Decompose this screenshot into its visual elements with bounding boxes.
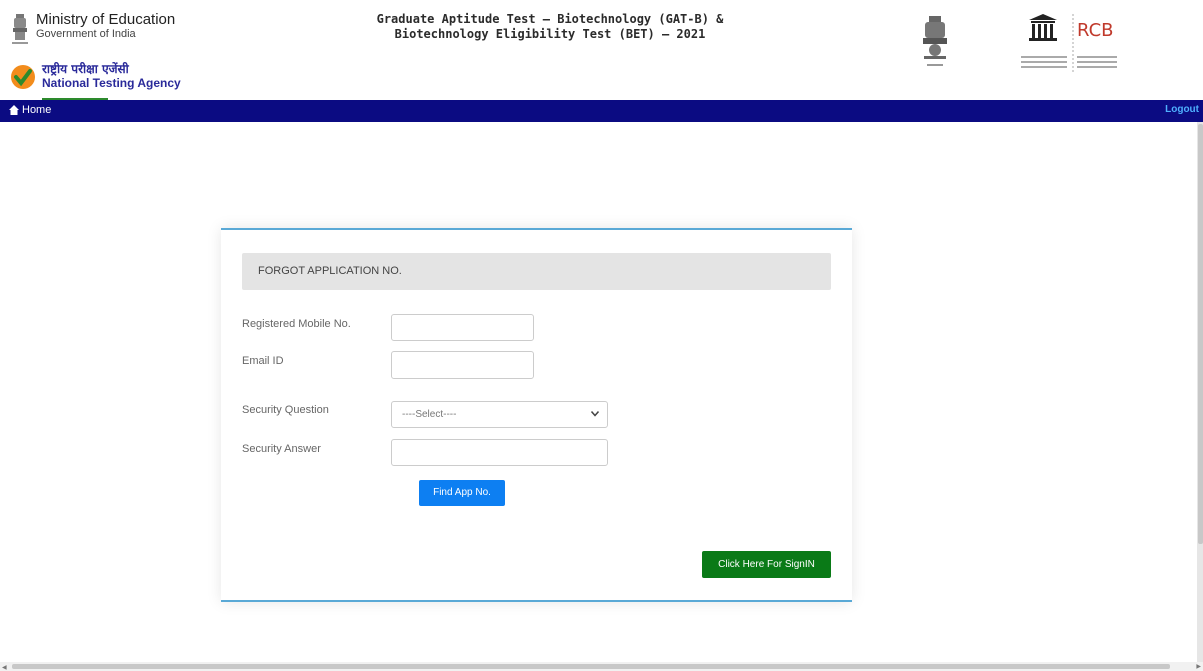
scroll-left-icon[interactable]: ◀	[2, 664, 7, 671]
home-icon	[9, 105, 19, 115]
mobile-label: Registered Mobile No.	[242, 318, 351, 330]
mobile-input[interactable]	[391, 314, 534, 341]
security-question-label: Security Question	[242, 404, 329, 416]
security-answer-label: Security Answer	[242, 443, 321, 455]
email-input[interactable]	[391, 351, 534, 379]
page-header: Ministry of Education Government of Indi…	[0, 0, 1203, 103]
emblem-icon	[923, 16, 947, 66]
horizontal-scroll-thumb[interactable]	[12, 664, 1170, 669]
page-title: Graduate Aptitude Test – Biotechnology (…	[330, 12, 770, 42]
ministry-subtitle: Government of India	[36, 28, 136, 40]
card-heading: FORGOT APPLICATION NO.	[258, 265, 402, 277]
security-answer-input[interactable]	[391, 439, 608, 466]
card-heading-bar: FORGOT APPLICATION NO.	[242, 253, 831, 290]
nta-english-name: National Testing Agency	[42, 76, 181, 90]
signin-button[interactable]: Click Here For SignIN	[702, 551, 831, 578]
ministry-logo-block: Ministry of Education Government of Indi…	[10, 12, 175, 48]
find-app-no-button[interactable]: Find App No.	[419, 480, 505, 506]
top-nav-bar: Home Logout	[0, 100, 1203, 122]
vertical-scroll-thumb[interactable]	[1198, 124, 1203, 544]
logout-link[interactable]: Logout	[1165, 104, 1199, 115]
chevron-down-icon	[591, 411, 599, 417]
unesco-icon: RCB	[1021, 14, 1117, 74]
nta-check-icon	[11, 65, 35, 89]
security-question-select[interactable]: ----Select----	[391, 401, 608, 428]
horizontal-scrollbar[interactable]: ◀ ▶	[0, 662, 1203, 671]
emblem-icon	[12, 14, 28, 44]
scroll-right-icon[interactable]: ▶	[1196, 663, 1201, 670]
forgot-app-card: FORGOT APPLICATION NO. Registered Mobile…	[221, 228, 852, 602]
ministry-title: Ministry of Education	[36, 11, 176, 28]
home-link[interactable]: Home	[9, 104, 51, 116]
nta-hindi-name: राष्ट्रीय परीक्षा एजेंसी	[42, 62, 129, 76]
security-question-value: ----Select----	[402, 409, 457, 420]
home-link-label: Home	[22, 104, 52, 116]
rcb-logo: RCB	[1077, 20, 1114, 41]
email-label: Email ID	[242, 355, 284, 367]
exam-title-line2: Biotechnology Eligibility Test (BET) – 2…	[394, 27, 706, 41]
exam-title-line1: Graduate Aptitude Test – Biotechnology (…	[376, 12, 724, 26]
